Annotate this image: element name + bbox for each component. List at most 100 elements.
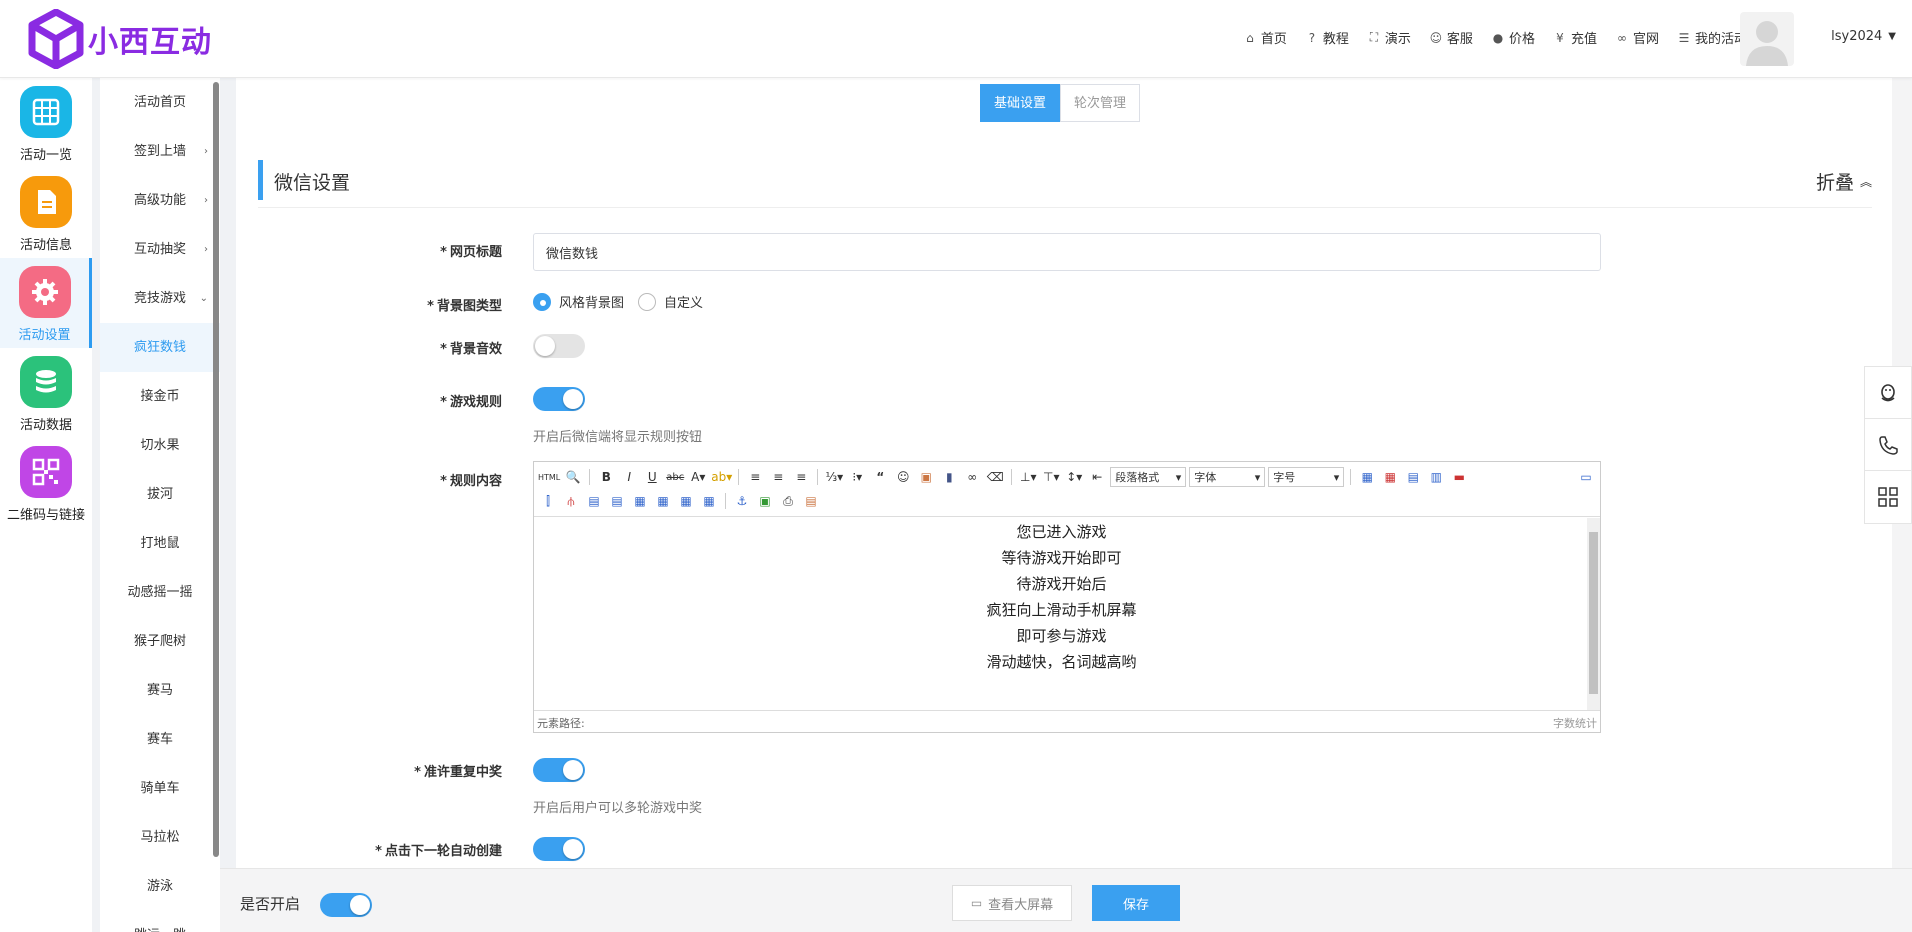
user-menu[interactable]: lsy2024 ▼ (1831, 29, 1896, 44)
insert-image-icon[interactable]: ▣ (755, 491, 775, 511)
subnav-item-12[interactable]: 赛马 (100, 666, 220, 715)
subnav-item-9[interactable]: 打地鼠 (100, 519, 220, 568)
outdent-icon[interactable]: ⇤ (1087, 467, 1107, 487)
delete-table-icon[interactable]: ▦ (1380, 467, 1400, 487)
subnav-item-0[interactable]: 活动首页 (100, 78, 220, 127)
logo[interactable]: 小西互动 (28, 8, 212, 70)
bold-icon[interactable]: B (596, 467, 616, 487)
merge-right-icon[interactable]: ▤ (584, 491, 604, 511)
subnav-item-7[interactable]: 切水果 (100, 421, 220, 470)
font-size-select[interactable]: 字号 ▾ (1268, 467, 1345, 487)
table-props-icon[interactable]: ▦ (699, 491, 719, 511)
subnav-item-11[interactable]: 猴子爬树 (100, 617, 220, 666)
align-right-icon[interactable]: ≡ (791, 467, 811, 487)
subnav-item-2[interactable]: 高级功能 › (100, 176, 220, 225)
avatar[interactable] (1740, 12, 1794, 66)
subnav-item-10[interactable]: 动感摇一摇 (100, 568, 220, 617)
iconbar-item-1[interactable]: 活动信息 (0, 168, 92, 258)
qrcode-contact-button[interactable] (1865, 471, 1911, 523)
topnav-item-3[interactable]: ☺ 客服 (1429, 28, 1473, 48)
subnav-item-4[interactable]: 竞技游戏 ⌄ (100, 274, 220, 323)
topnav-item-1[interactable]: ? 教程 (1305, 28, 1349, 48)
insert-column-icon[interactable]: ▥ (1426, 467, 1446, 487)
delete-row-icon[interactable]: ▬ (1449, 467, 1469, 487)
auto-create-switch[interactable] (533, 837, 585, 861)
print-icon[interactable]: ⎙ (778, 491, 798, 511)
section-header: 微信设置 折叠 ︽ (258, 160, 1872, 208)
paragraph-format-select[interactable]: 段落格式 ▾ (1110, 467, 1187, 487)
font-color-icon[interactable]: A▾ (688, 467, 708, 487)
smile-icon: ☺ (1429, 30, 1443, 45)
blockquote-icon[interactable]: “ (870, 467, 890, 487)
qq-contact-button[interactable] (1865, 367, 1911, 419)
topnav-item-7[interactable]: ☰ 我的活动 (1677, 28, 1747, 48)
underline-icon[interactable]: U (642, 467, 662, 487)
html-source-icon[interactable]: HTML (538, 467, 560, 487)
strikethrough-icon[interactable]: abc (665, 467, 685, 487)
split-cols-icon[interactable]: ▦ (676, 491, 696, 511)
video-icon[interactable]: ▮ (939, 467, 959, 487)
view-big-screen-button[interactable]: ▭ 查看大屏幕 (952, 885, 1072, 921)
topnav-item-0[interactable]: ⌂ 首页 (1243, 28, 1287, 48)
iconbar-item-2[interactable]: 活动设置 (0, 258, 92, 348)
subnav-item-5[interactable]: 疯狂数钱 (100, 323, 220, 372)
subnav-item-17[interactable]: 跳远一跳 (100, 911, 220, 932)
paragraph-spacing-icon[interactable]: ⊤▾ (1041, 467, 1061, 487)
align-left-icon[interactable]: ≡ (745, 467, 765, 487)
topnav-item-4[interactable]: ● 价格 (1491, 28, 1535, 48)
image-icon[interactable]: ▣ (916, 467, 936, 487)
align-center-icon[interactable]: ≡ (768, 467, 788, 487)
subnav-item-15[interactable]: 马拉松 (100, 813, 220, 862)
subnav-item-8[interactable]: 拔河 (100, 470, 220, 519)
paste-icon[interactable]: ▤ (801, 491, 821, 511)
radio-custom-background[interactable]: 自定义 (638, 292, 703, 311)
topnav-item-6[interactable]: ∞ 官网 (1615, 28, 1659, 48)
bg-sound-switch[interactable] (533, 334, 585, 358)
game-rules-switch[interactable] (533, 387, 585, 411)
split-cells-icon[interactable]: ▦ (630, 491, 650, 511)
ordered-list-icon[interactable]: ⅓▾ (824, 467, 844, 487)
subnav-item-3[interactable]: 互动抽奖 › (100, 225, 220, 274)
collapse-button[interactable]: 折叠 ︽ (1816, 168, 1872, 195)
insert-row-icon[interactable]: ▤ (1403, 467, 1423, 487)
split-rows-icon[interactable]: ▦ (653, 491, 673, 511)
iconbar-item-4[interactable]: 二维码与链接 (0, 438, 92, 528)
merge-down-icon[interactable]: ▤ (607, 491, 627, 511)
emoji-icon[interactable]: ☺ (893, 467, 913, 487)
save-button[interactable]: 保存 (1092, 885, 1180, 921)
eraser-icon[interactable]: ⌫ (985, 467, 1005, 487)
editor-scrollbar[interactable] (1587, 518, 1600, 711)
subnav-item-13[interactable]: 赛车 (100, 715, 220, 764)
subnav-item-16[interactable]: 游泳 (100, 862, 220, 911)
sidebar-scrollbar[interactable] (213, 82, 219, 857)
unordered-list-icon[interactable]: ⁝▾ (847, 467, 867, 487)
topnav-item-2[interactable]: ⛶ 演示 (1367, 28, 1411, 47)
table-icon[interactable]: ▦ (1357, 467, 1377, 487)
preview-icon[interactable]: 🔍 (563, 467, 583, 487)
subnav-item-6[interactable]: 接金币 (100, 372, 220, 421)
tab-basic-settings[interactable]: 基础设置 (980, 84, 1061, 122)
subnav-item-14[interactable]: 骑单车 (100, 764, 220, 813)
italic-icon[interactable]: I (619, 467, 639, 487)
editor-content[interactable]: 您已进入游戏 等待游戏开始即可 待游戏开始后 疯狂向上滑动手机屏幕 即可参与游戏 滑动越快… (534, 517, 1589, 711)
fullscreen-icon[interactable]: ▭ (1576, 467, 1596, 487)
iconbar-item-3[interactable]: 活动数据 (0, 348, 92, 438)
iconbar-item-0[interactable]: 活动一览 (0, 78, 92, 168)
radio-style-background[interactable]: 风格背景图 (533, 292, 624, 311)
link-icon[interactable]: ∞ (962, 467, 982, 487)
repeat-win-switch[interactable] (533, 758, 585, 782)
topnav-item-5[interactable]: ¥ 充值 (1553, 28, 1597, 48)
merge-cells-icon[interactable]: ⫛ (561, 491, 581, 511)
line-height-icon[interactable]: ↕▾ (1064, 467, 1084, 487)
anchor-icon[interactable]: ⚓ (732, 491, 752, 511)
text-indent-icon[interactable]: ⊥▾ (1018, 467, 1038, 487)
monitor-icon: ▭ (970, 896, 983, 910)
subnav-item-1[interactable]: 签到上墙 › (100, 127, 220, 176)
font-family-select[interactable]: 字体 ▾ (1189, 467, 1266, 487)
delete-column-icon[interactable]: ⫿ (538, 491, 558, 511)
page-title-input[interactable] (533, 233, 1601, 271)
enable-switch[interactable] (320, 893, 372, 917)
highlight-icon[interactable]: ab▾ (711, 467, 732, 487)
phone-contact-button[interactable] (1865, 419, 1911, 471)
tab-round-management[interactable]: 轮次管理 (1060, 84, 1141, 122)
